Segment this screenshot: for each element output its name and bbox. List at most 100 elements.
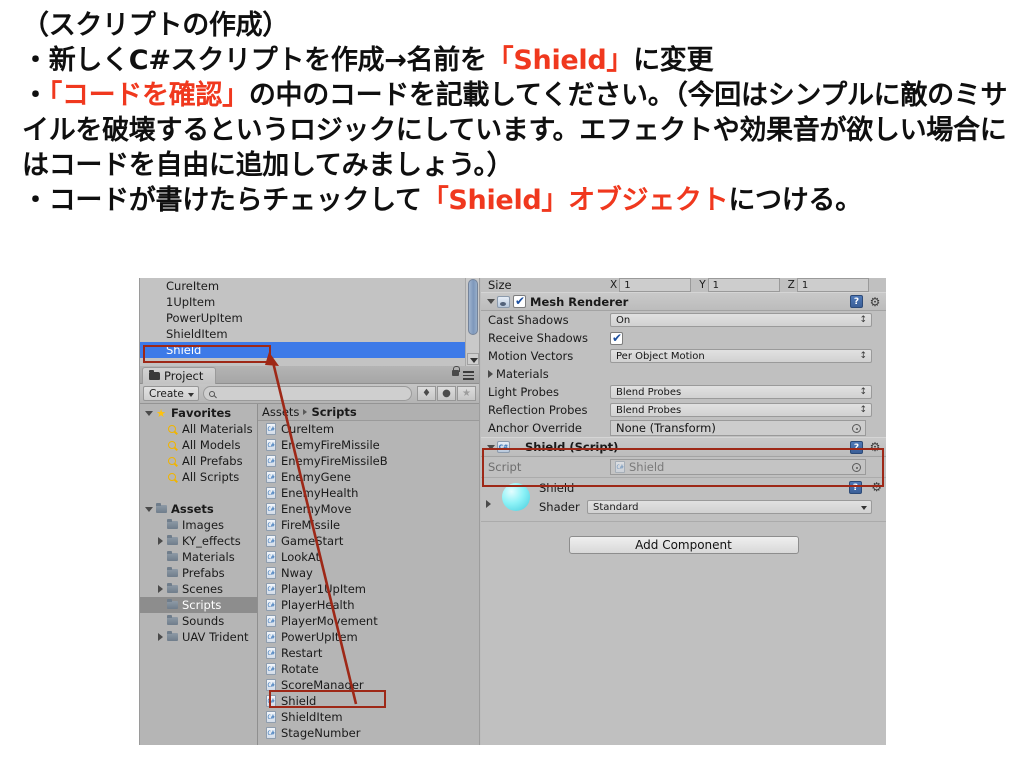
hierarchy-item-cureitem[interactable]: CureItem [140, 278, 479, 294]
tree-item-sounds[interactable]: Sounds [140, 613, 257, 629]
object-picker-icon[interactable] [852, 463, 861, 472]
file-item-enemygene[interactable]: C# EnemyGene [258, 469, 479, 485]
foldout-icon[interactable] [486, 500, 491, 508]
tree-item-images[interactable]: Images [140, 517, 257, 533]
mesh-renderer-enabled-checkbox[interactable] [513, 294, 526, 308]
favorite-star-icon[interactable]: ★ [457, 386, 476, 401]
project-tree[interactable]: ★ Favorites All Materials All Models All Pre… [140, 404, 258, 745]
tree-item-all-materials[interactable]: All Materials [140, 421, 257, 437]
size-y-field[interactable]: 1 [707, 278, 780, 292]
search-icon [165, 425, 179, 433]
tree-item-uav-trident[interactable]: UAV Trident [140, 629, 257, 645]
help-icon[interactable]: ? [850, 440, 863, 454]
file-item-lookat[interactable]: C# LookAt [258, 549, 479, 565]
slide-line-2: ・新しくC#スクリプトを作成→名前を「Shield」に変更 [22, 43, 1018, 78]
dropdown-light-probes[interactable]: Blend Probes [610, 385, 872, 399]
tree-item-all-models[interactable]: All Models [140, 437, 257, 453]
tree-item-scenes[interactable]: Scenes [140, 581, 257, 597]
project-panel: Project Create ♦ ● ★ ★ Favorites All Mater… [140, 366, 480, 745]
script-object-field[interactable]: C# Shield [610, 459, 866, 475]
file-item-restart[interactable]: C# Restart [258, 645, 479, 661]
tree-item-ky-effects[interactable]: KY_effects [140, 533, 257, 549]
tree-item-all-scripts[interactable]: All Scripts [140, 469, 257, 485]
file-item-cureitem[interactable]: C# CureItem [258, 421, 479, 437]
chevron-down-icon[interactable] [144, 507, 154, 512]
tree-item-label: UAV Trident [182, 630, 249, 644]
file-item-rotate[interactable]: C# Rotate [258, 661, 479, 677]
file-item-scoremanager[interactable]: C# ScoreManager [258, 677, 479, 693]
filter-by-label-icon[interactable]: ● [437, 386, 456, 401]
file-item-label: Shield [281, 694, 317, 708]
chevron-right-icon[interactable] [155, 633, 165, 641]
gear-icon[interactable]: ⚙ [867, 441, 883, 453]
mesh-renderer-header[interactable]: Mesh Renderer ? ⚙ [481, 292, 886, 311]
search-input[interactable] [202, 386, 412, 401]
add-component-button[interactable]: Add Component [568, 536, 799, 554]
file-item-enemyhealth[interactable]: C# EnemyHealth [258, 485, 479, 501]
size-z-field[interactable]: 1 [796, 278, 869, 292]
search-icon [165, 457, 179, 465]
hierarchy-scrollbar[interactable] [465, 278, 479, 366]
folder-icon [165, 598, 179, 609]
folder-icon [165, 582, 179, 593]
search-icon [208, 390, 215, 397]
file-item-playermovement[interactable]: C# PlayerMovement [258, 613, 479, 629]
shield-script-header[interactable]: C# Shield (Script) ? ⚙ [481, 437, 886, 457]
tree-item-assets[interactable]: Assets [140, 501, 257, 517]
file-item-enemymove[interactable]: C# EnemyMove [258, 501, 479, 517]
chevron-right-icon[interactable] [155, 537, 165, 545]
dropdown-cast-shadows[interactable]: On [610, 313, 872, 327]
folder-icon [149, 370, 160, 380]
file-item-playerhealth[interactable]: C# PlayerHealth [258, 597, 479, 613]
file-item-firemissile[interactable]: C# FireMissile [258, 517, 479, 533]
file-item-enemyfiremissileb[interactable]: C# EnemyFireMissileB [258, 453, 479, 469]
hierarchy-item-shield[interactable]: Shield [140, 342, 479, 358]
checkbox-receive-shadows[interactable] [610, 331, 623, 345]
gear-icon[interactable]: ⚙ [867, 296, 883, 308]
dropdown-reflection-probes[interactable]: Blend Probes [610, 403, 872, 417]
foldout-icon[interactable] [485, 445, 497, 450]
file-item-stagenumber[interactable]: C# StageNumber [258, 725, 479, 741]
file-item-shielditem[interactable]: C# ShieldItem [258, 709, 479, 725]
gear-icon[interactable]: ⚙ [871, 480, 882, 494]
help-icon[interactable]: ? [849, 481, 862, 494]
hierarchy-scroll-down-icon[interactable] [467, 353, 479, 365]
chevron-right-icon[interactable] [155, 585, 165, 593]
hierarchy-item-1upitem[interactable]: 1UpItem [140, 294, 479, 310]
dropdown-motion-vectors[interactable]: Per Object Motion [610, 349, 872, 363]
foldout-icon[interactable] [485, 299, 497, 304]
shader-dropdown[interactable]: Standard [587, 500, 872, 514]
chevron-right-icon[interactable] [484, 370, 496, 378]
tab-project[interactable]: Project [142, 367, 217, 384]
file-item-label: LookAt [281, 550, 321, 564]
help-icon[interactable]: ? [850, 295, 863, 308]
hierarchy-scrollbar-thumb[interactable] [468, 279, 478, 335]
file-item-player1upitem[interactable]: C# Player1UpItem [258, 581, 479, 597]
tree-item-favorites[interactable]: ★ Favorites [140, 405, 257, 421]
object-picker-icon[interactable] [852, 424, 861, 433]
hierarchy-panel[interactable]: CureItem 1UpItem PowerUpItem ShieldItem Shie… [140, 278, 480, 366]
file-item-gamestart[interactable]: C# GameStart [258, 533, 479, 549]
tree-item-all-prefabs[interactable]: All Prefabs [140, 453, 257, 469]
cs-script-icon: C# [266, 583, 276, 595]
field-label-materials: Materials [496, 367, 549, 381]
breadcrumb-root[interactable]: Assets [262, 404, 299, 421]
file-item-shield[interactable]: C# Shield [258, 693, 479, 709]
hierarchy-item-shielditem[interactable]: ShieldItem [140, 326, 479, 342]
create-button[interactable]: Create [143, 386, 199, 401]
size-x-field[interactable]: 1 [619, 278, 692, 292]
tree-item-scripts[interactable]: Scripts [140, 597, 257, 613]
filter-by-type-icon[interactable]: ♦ [417, 386, 436, 401]
panel-menu-icon[interactable] [463, 371, 475, 380]
project-file-list[interactable]: Assets Scripts C# CureItem C# EnemyFireMiss… [258, 404, 479, 745]
file-item-enemyfiremissile[interactable]: C# EnemyFireMissile [258, 437, 479, 453]
tree-item-materials[interactable]: Materials [140, 549, 257, 565]
object-field-anchor-override[interactable]: None (Transform) [610, 420, 866, 436]
file-item-nway[interactable]: C# Nway [258, 565, 479, 581]
hierarchy-item-powerupitem[interactable]: PowerUpItem [140, 310, 479, 326]
tree-item-prefabs[interactable]: Prefabs [140, 565, 257, 581]
chevron-down-icon[interactable] [144, 411, 154, 416]
lock-icon[interactable] [452, 366, 460, 376]
file-item-powerupitem[interactable]: C# PowerUpItem [258, 629, 479, 645]
